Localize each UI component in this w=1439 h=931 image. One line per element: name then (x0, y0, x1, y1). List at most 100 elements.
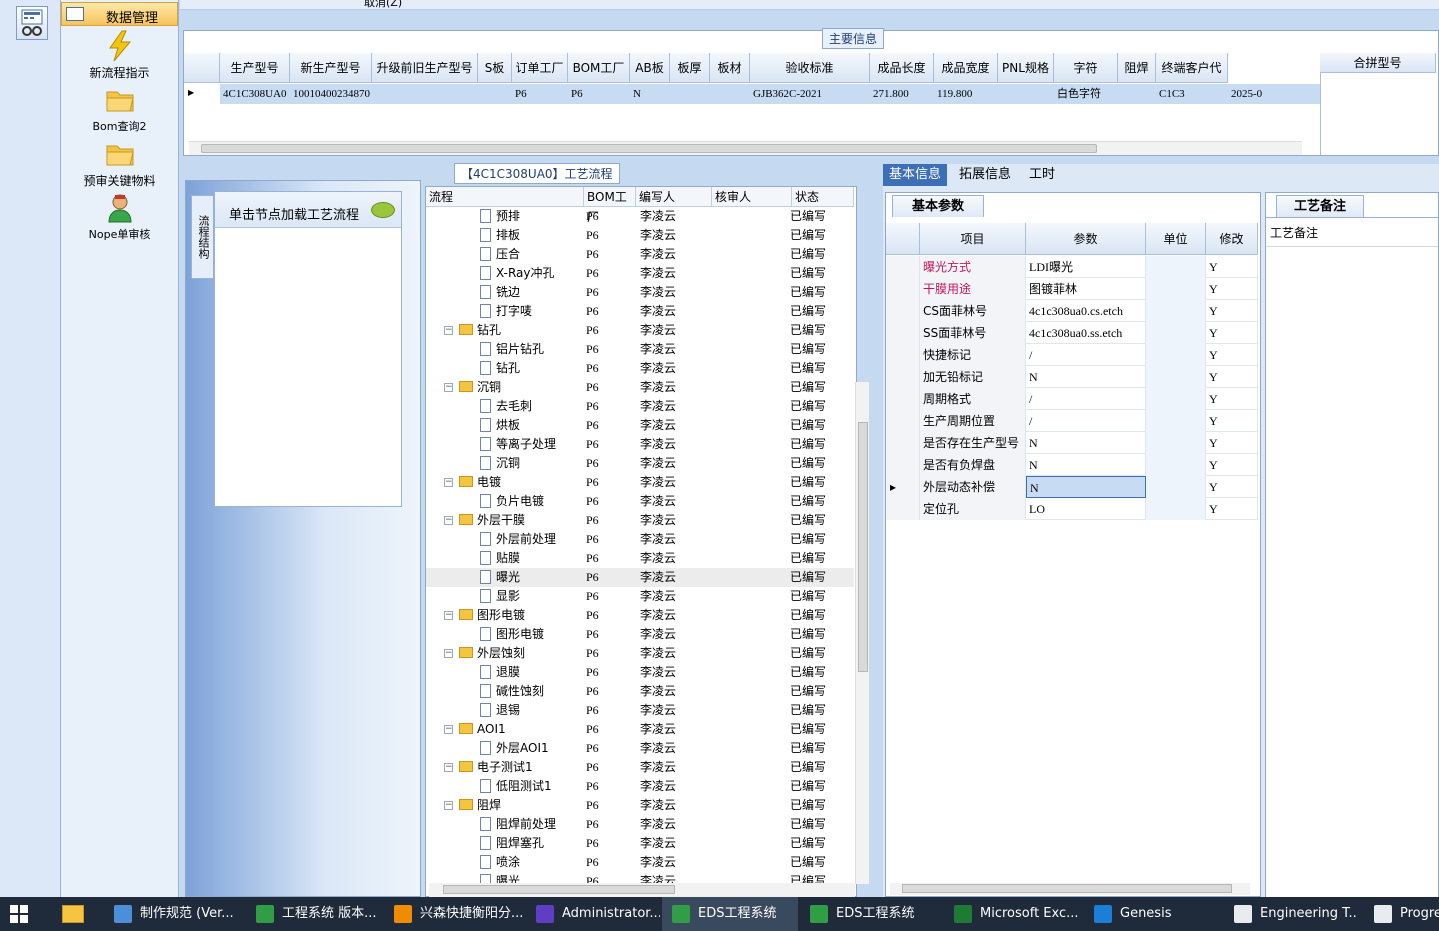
tree-row[interactable]: 阻焊塞孔 P6 李凌云 已编写 (426, 834, 854, 853)
param-row[interactable]: 加无铅标记 N Y (886, 366, 1258, 388)
tree-row[interactable]: 退膜 P6 李凌云 已编写 (426, 663, 854, 682)
table-cell[interactable] (372, 84, 478, 104)
nav-item-nope-review[interactable]: Nope单审核 (61, 192, 178, 242)
table-row[interactable]: 4C1C308UA0 10010400234870 P6 P6 N GJB362C-202… (220, 84, 1320, 104)
param-row[interactable]: SS面菲林号 4c1c308ua0.ss.etch Y (886, 322, 1258, 344)
table-cell[interactable]: C1C3 (1156, 84, 1228, 104)
column-header[interactable]: AB板 (630, 53, 670, 83)
table-cell[interactable]: 271.800 (870, 84, 934, 104)
taskbar-item[interactable]: 工程系统 版本... (246, 897, 382, 931)
table-cell[interactable]: P6 (512, 84, 568, 104)
table-cell[interactable] (670, 84, 710, 104)
column-header[interactable]: 成品长度 (870, 53, 934, 83)
tree-row[interactable]: − 钻孔 P6 李凌云 已编写 (426, 321, 854, 340)
table-cell[interactable]: P6 (568, 84, 630, 104)
column-header[interactable]: 项目 (920, 223, 1026, 255)
column-header[interactable]: 板材 (710, 53, 750, 83)
tree-row[interactable]: 显影 P6 李凌云 已编写 (426, 587, 854, 606)
tree-row[interactable]: − 外层蚀刻 P6 李凌云 已编写 (426, 644, 854, 663)
collapse-icon[interactable]: − (444, 611, 453, 620)
param-value[interactable]: / (1026, 388, 1146, 410)
file-explorer-icon[interactable] (62, 905, 84, 923)
tree-horizontal-scrollbar[interactable] (429, 883, 855, 897)
collapse-icon[interactable]: − (444, 801, 453, 810)
column-header[interactable]: 流程 (426, 187, 584, 207)
param-row[interactable]: 曝光方式 LDI曝光 Y (886, 256, 1258, 278)
taskbar-item[interactable]: Engineering T... (1224, 897, 1358, 931)
tree-row[interactable]: 碱性蚀刻 P6 李凌云 已编写 (426, 682, 854, 701)
column-header[interactable]: 核审人 (712, 187, 792, 207)
table-cell[interactable] (998, 84, 1054, 104)
table-cell[interactable]: 119.800 (934, 84, 998, 104)
tree-row[interactable]: − 电子测试1 P6 李凌云 已编写 (426, 758, 854, 777)
table-cell[interactable]: 10010400234870 (290, 84, 372, 104)
tree-row[interactable]: 外层AOI1 P6 李凌云 已编写 (426, 739, 854, 758)
column-header[interactable]: BOM工厂 (584, 187, 636, 224)
tree-row[interactable]: − AOI1 P6 李凌云 已编写 (426, 720, 854, 739)
param-row[interactable]: 定位孔 LO Y (886, 498, 1258, 520)
vertical-scrollbar[interactable] (855, 382, 869, 884)
table-cell[interactable] (710, 84, 750, 104)
tab-basic-info[interactable]: 基本信息 (883, 164, 948, 186)
process-structure-tab[interactable]: 流程结构 (191, 195, 213, 279)
tab-process-notes[interactable]: 工艺备注 (1276, 195, 1364, 217)
tab-basic-params[interactable]: 基本参数 (892, 195, 984, 217)
tab-extended-info[interactable]: 拓展信息 (953, 164, 1017, 186)
collapse-icon[interactable]: − (444, 383, 453, 392)
table-cell[interactable]: N (630, 84, 670, 104)
taskbar-item[interactable]: Genesis (1084, 897, 1204, 931)
collapse-icon[interactable]: − (444, 763, 453, 772)
column-header[interactable]: 状态 (792, 187, 854, 207)
table-cell[interactable]: GJB362C-2021 (750, 84, 870, 104)
tree-row[interactable]: − 沉铜 P6 李凌云 已编写 (426, 378, 854, 397)
tree-row[interactable]: 烘板 P6 李凌云 已编写 (426, 416, 854, 435)
column-header[interactable]: PNL规格 (998, 53, 1054, 83)
tree-row[interactable]: 等离子处理 P6 李凌云 已编写 (426, 435, 854, 454)
tab-work-hours[interactable]: 工时 (1023, 164, 1061, 186)
param-value[interactable]: N (1026, 366, 1146, 388)
param-row[interactable]: CS面菲林号 4c1c308ua0.cs.etch Y (886, 300, 1258, 322)
nav-item-prereview[interactable]: 预审关键物料 (61, 138, 178, 189)
column-header[interactable]: 订单工厂 (512, 53, 568, 83)
scroll-thumb[interactable] (201, 144, 1097, 153)
param-value[interactable]: / (1026, 410, 1146, 432)
column-header[interactable]: 编写人 (636, 187, 712, 207)
column-header[interactable]: 终端客户代码 (1156, 53, 1228, 105)
tree-row[interactable]: − 电镀 P6 李凌云 已编写 (426, 473, 854, 492)
column-header[interactable]: 新生产型号 (290, 53, 372, 83)
param-value[interactable]: / (1026, 344, 1146, 366)
tree-row[interactable]: − 外层干膜 P6 李凌云 已编写 (426, 511, 854, 530)
column-header[interactable]: 板厚 (670, 53, 710, 83)
param-value[interactable]: N (1026, 476, 1146, 498)
tree-row[interactable]: 铝片钻孔 P6 李凌云 已编写 (426, 340, 854, 359)
tree-row[interactable]: 图形电镀 P6 李凌云 已编写 (426, 625, 854, 644)
param-value[interactable]: LDI曝光 (1026, 256, 1146, 278)
tree-row[interactable]: 打字唛 P6 李凌云 已编写 (426, 302, 854, 321)
tree-row[interactable]: 铣边 P6 李凌云 已编写 (426, 283, 854, 302)
tree-row[interactable]: 阻焊前处理 P6 李凌云 已编写 (426, 815, 854, 834)
collapse-icon[interactable]: − (444, 649, 453, 658)
param-row[interactable]: ▸ 外层动态补偿 N Y (886, 476, 1258, 498)
tree-row[interactable]: 预排 P6 李凌云 已编写 (426, 207, 854, 226)
nav-header[interactable]: 数据管理 (61, 2, 178, 26)
column-header[interactable]: 修改 (1206, 223, 1258, 255)
param-value[interactable]: 4c1c308ua0.cs.etch (1026, 300, 1146, 322)
param-value[interactable]: N (1026, 454, 1146, 476)
table-cell[interactable] (1118, 84, 1156, 104)
taskbar-item[interactable]: 制作规范 (Ver... (104, 897, 244, 931)
nav-item-bom-query[interactable]: Bom查询2 (61, 84, 178, 134)
tree-row[interactable]: − 图形电镀 P6 李凌云 已编写 (426, 606, 854, 625)
scroll-thumb[interactable] (443, 885, 675, 894)
column-header[interactable]: BOM工厂 (568, 53, 630, 83)
column-header[interactable]: S板 (478, 53, 512, 83)
collapse-icon[interactable]: − (444, 725, 453, 734)
tree-row[interactable]: 排板 P6 李凌云 已编写 (426, 226, 854, 245)
table-cell[interactable]: 4C1C308UA0 (220, 84, 290, 104)
table-cell[interactable] (478, 84, 512, 104)
column-header[interactable]: 成品宽度 (934, 53, 998, 83)
tree-row[interactable]: 曝光 P6 李凌云 已编写 (426, 568, 854, 587)
windows-start-icon[interactable] (10, 905, 28, 923)
scroll-thumb[interactable] (858, 422, 868, 672)
taskbar-item[interactable]: 兴森快捷衡阳分... (384, 897, 524, 931)
column-header[interactable]: 参数 (1026, 223, 1146, 255)
